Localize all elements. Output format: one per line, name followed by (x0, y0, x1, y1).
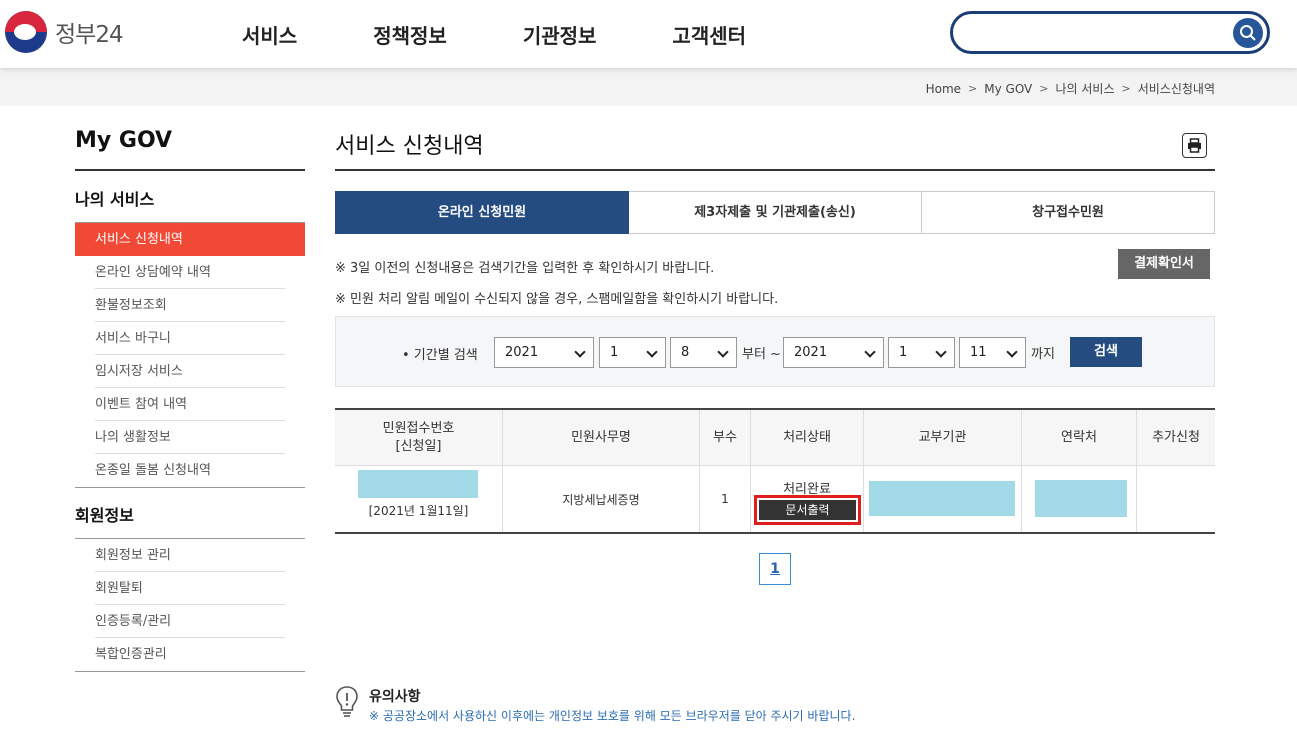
to-month-select[interactable]: 1 (888, 337, 955, 368)
sidebar-item-basket[interactable]: 서비스 바구니 (95, 322, 285, 355)
site-header: 정부24 서비스 정책정보 기관정보 고객센터 (0, 0, 1297, 68)
breadcrumb-current: 서비스신청내역 (1137, 82, 1215, 96)
sidebar-item-care[interactable]: 온종일 돌봄 신청내역 (95, 454, 285, 487)
cell-service-name: 지방세납세증명 (503, 466, 700, 532)
global-nav: 서비스 정책정보 기관정보 고객센터 (242, 20, 822, 49)
from-year-select[interactable]: 2021 (494, 337, 594, 368)
page-title: 서비스 신청내역 (335, 134, 484, 159)
chevron-right-icon: > (1121, 82, 1131, 95)
from-month-select[interactable]: 1 (599, 337, 666, 368)
sidebar-item-member-manage[interactable]: 회원정보 관리 (95, 539, 285, 572)
search-input[interactable] (967, 22, 1227, 44)
cell-additional (1137, 466, 1215, 532)
col-receipt-no-line1: 민원접수번호 (382, 420, 455, 436)
sidebar-item-service-history[interactable]: 서비스 신청내역 (75, 223, 305, 256)
nav-item-customer[interactable]: 고객센터 (672, 20, 746, 49)
col-status: 처리상태 (751, 410, 864, 465)
caution-text: ※ 공공장소에서 사용하신 이후에는 개인정보 보호를 위해 모든 브라우저를 … (369, 709, 856, 723)
chevron-right-icon: > (1039, 82, 1049, 95)
breadcrumb: Home > My GOV > 나의 서비스 > 서비스신청내역 (926, 80, 1215, 97)
nav-item-policy[interactable]: 정책정보 (373, 20, 447, 49)
sidebar: My GOV 나의 서비스 서비스 신청내역 온라인 상담예약 내역 환불정보조… (75, 128, 305, 672)
period-search-button[interactable]: 검색 (1070, 337, 1142, 367)
print-button[interactable] (1182, 133, 1207, 158)
sidebar-item-withdraw[interactable]: 회원탈퇴 (95, 572, 285, 605)
sidebar-item-consult-reservation[interactable]: 온라인 상담예약 내역 (95, 256, 285, 289)
search-box (950, 11, 1270, 54)
cell-count: 1 (700, 466, 751, 532)
tab-third-party[interactable]: 제3자제출 및 기관제출(송신) (629, 191, 922, 234)
chevron-right-icon: > (968, 82, 978, 95)
breadcrumb-home[interactable]: Home (926, 82, 961, 96)
sidebar-list: 서비스 신청내역 온라인 상담예약 내역 환불정보조회 서비스 바구니 임시저장… (75, 222, 305, 487)
search-button[interactable] (1233, 18, 1263, 48)
sidebar-group-my-service: 나의 서비스 서비스 신청내역 온라인 상담예약 내역 환불정보조회 서비스 바… (75, 171, 305, 488)
period-search-panel: • 기간별 검색 2021 1 8 부터 ~ 2021 1 11 까지 검색 (335, 316, 1215, 387)
site-logo[interactable]: 정부24 (5, 10, 124, 54)
col-contact: 연락처 (1022, 410, 1137, 465)
sidebar-item-temp-saved[interactable]: 임시저장 서비스 (95, 355, 285, 388)
caution-title: 유의사항 (369, 689, 421, 705)
col-count: 부수 (700, 410, 751, 465)
from-suffix: 부터 ~ (742, 347, 781, 362)
nav-item-service[interactable]: 서비스 (242, 20, 297, 49)
col-service-name: 민원사무명 (503, 410, 700, 465)
payment-confirm-button[interactable]: 결제확인서 (1118, 249, 1210, 279)
col-receipt-no-line2: [신청일] (395, 438, 442, 454)
table-row: [2021년 1월11일] 지방세납세증명 1 처리완료 문서출력 (335, 466, 1215, 534)
search-icon (1240, 25, 1256, 41)
cell-status: 처리완료 문서출력 (751, 466, 864, 532)
sidebar-section-title: 나의 서비스 (75, 190, 155, 209)
printer-icon (1188, 138, 1201, 153)
col-additional: 추가신청 (1152, 429, 1200, 445)
to-year-select[interactable]: 2021 (783, 337, 884, 368)
caution-box: 유의사항 ※ 공공장소에서 사용하신 이후에는 개인정보 보호를 위해 모든 브… (335, 685, 1035, 725)
period-search-label: • 기간별 검색 (402, 348, 478, 363)
sidebar-title: My GOV (75, 128, 305, 171)
table-header: 민원접수번호 [신청일] 민원사무명 부수 처리상태 교부기관 연락처 추가신청 (335, 410, 1215, 466)
tab-bar: 온라인 신청민원 제3자제출 및 기관제출(송신) 창구접수민원 (335, 191, 1215, 234)
cell-contact (1022, 466, 1137, 532)
col-issuing-agency: 교부기관 (864, 410, 1022, 465)
sidebar-item-cert[interactable]: 인증등록/관리 (95, 605, 285, 638)
document-print-highlight: 문서출력 (754, 495, 861, 525)
sidebar-section-title: 회원정보 (75, 488, 305, 539)
breadcrumb-bar: Home > My GOV > 나의 서비스 > 서비스신청내역 (0, 68, 1297, 106)
application-date: [2021년 1월11일] (368, 504, 469, 518)
page-title-bar: 서비스 신청내역 (335, 128, 1215, 171)
col-receipt-no: 민원접수번호 [신청일] (335, 410, 503, 465)
main-content: 서비스 신청내역 온라인 신청민원 제3자제출 및 기관제출(송신) 창구접수민… (335, 128, 1215, 585)
notice-mail: ※ 민원 처리 알림 메일이 수신되지 않을 경우, 스팸메일함을 확인하시기 … (335, 292, 779, 307)
redacted-contact (1035, 480, 1127, 517)
logo-text: 정부24 (55, 22, 124, 48)
nav-item-agency[interactable]: 기관정보 (523, 20, 597, 49)
application-table: 민원접수번호 [신청일] 민원사무명 부수 처리상태 교부기관 연락처 추가신청… (335, 408, 1215, 534)
sidebar-item-refund[interactable]: 환불정보조회 (95, 289, 285, 322)
government-emblem-icon (5, 11, 47, 53)
cell-receipt: [2021년 1월11일] (335, 466, 503, 532)
redacted-receipt-no (358, 470, 478, 498)
sidebar-item-event[interactable]: 이벤트 참여 내역 (95, 388, 285, 421)
pagination-page-1[interactable]: 1 (759, 553, 791, 585)
tab-counter[interactable]: 창구접수민원 (922, 191, 1215, 234)
lightbulb-icon (336, 686, 358, 717)
tab-online[interactable]: 온라인 신청민원 (335, 191, 629, 234)
breadcrumb-my-service[interactable]: 나의 서비스 (1055, 80, 1114, 97)
sidebar-item-life-info[interactable]: 나의 생활정보 (95, 421, 285, 454)
sidebar-list: 회원정보 관리 회원탈퇴 인증등록/관리 복합인증관리 (75, 539, 305, 671)
sidebar-item-multi-cert[interactable]: 복합인증관리 (95, 638, 285, 671)
redacted-agency (869, 481, 1015, 516)
sidebar-group-member: 회원정보 회원정보 관리 회원탈퇴 인증등록/관리 복합인증관리 (75, 488, 305, 672)
breadcrumb-mygov[interactable]: My GOV (984, 82, 1032, 96)
to-day-select[interactable]: 11 (959, 337, 1026, 368)
document-print-button[interactable]: 문서출력 (759, 500, 856, 520)
notice-period: ※ 3일 이전의 신청내용은 검색기간을 입력한 후 확인하시기 바랍니다. (335, 261, 715, 276)
cell-issuing-agency (864, 466, 1022, 532)
from-day-select[interactable]: 8 (670, 337, 737, 368)
to-suffix: 까지 (1031, 347, 1055, 362)
